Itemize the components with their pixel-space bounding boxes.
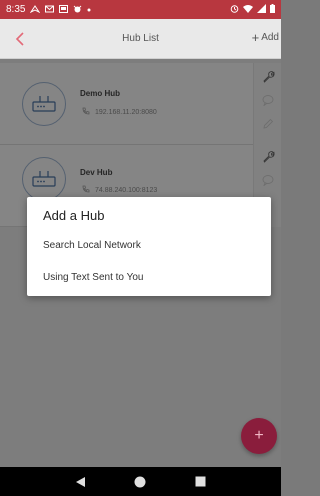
search-local-network-option[interactable]: Search Local Network — [43, 240, 141, 251]
nav-back-button[interactable] — [73, 475, 87, 489]
text-sent-option[interactable]: Using Text Sent to You — [43, 272, 143, 283]
battery-icon — [270, 3, 275, 16]
status-left: 8:35 — [6, 4, 91, 15]
status-right — [230, 3, 275, 16]
navigation-icon — [30, 4, 41, 15]
back-triangle-icon — [75, 476, 85, 487]
dialog-title: Add a Hub — [43, 208, 105, 223]
cast-icon — [59, 4, 69, 15]
wifi-icon — [243, 4, 253, 16]
home-circle-icon — [134, 476, 146, 487]
recents-square-icon — [195, 476, 206, 487]
mail-icon — [45, 5, 55, 15]
add-fab-button[interactable]: + — [241, 418, 277, 454]
plus-icon: + — [254, 427, 264, 444]
system-nav-bar — [0, 467, 281, 496]
app-bar: Hub List + Add — [0, 19, 281, 59]
dot-icon — [87, 5, 91, 14]
add-hub-button[interactable]: + Add — [251, 29, 279, 45]
add-hub-label: Add — [261, 32, 279, 43]
nav-home-button[interactable] — [133, 475, 147, 489]
status-time: 8:35 — [6, 4, 26, 15]
signal-icon — [257, 3, 266, 16]
page-title: Hub List — [122, 33, 159, 44]
add-hub-dialog: Add a Hub Search Local Network Using Tex… — [27, 197, 271, 296]
status-bar: 8:35 — [0, 0, 281, 19]
alarm-icon — [230, 4, 239, 16]
nav-recents-button[interactable] — [194, 475, 208, 489]
plus-icon: + — [251, 29, 260, 45]
bug-icon — [73, 5, 82, 15]
